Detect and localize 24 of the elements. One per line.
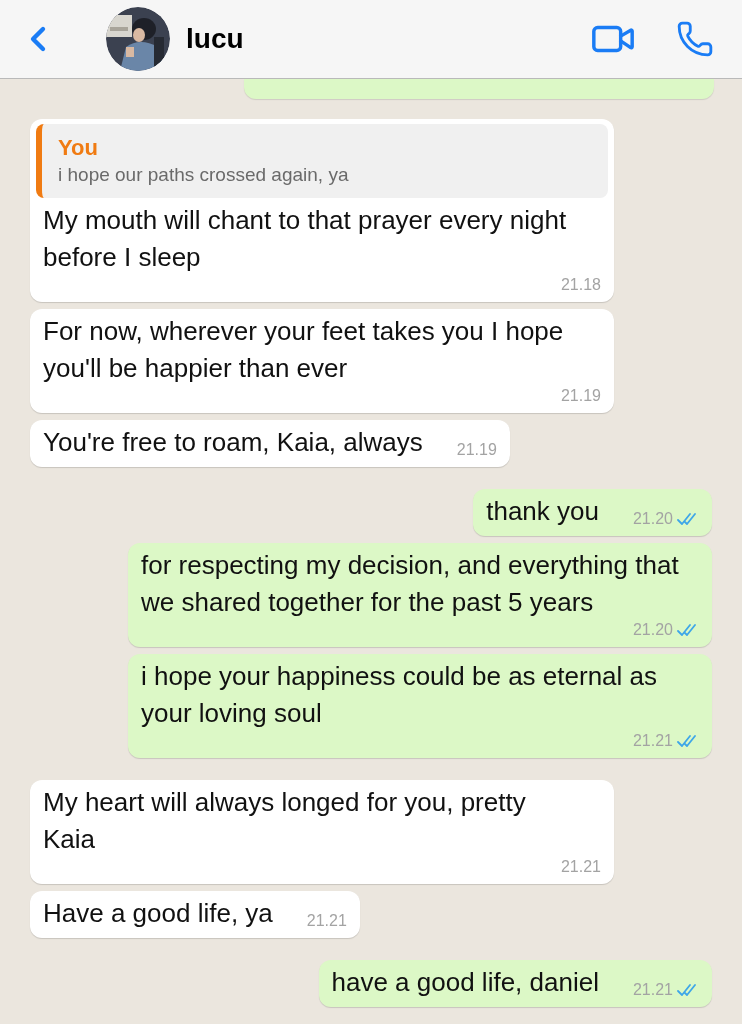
message-time: 21.20 xyxy=(632,621,673,639)
quoted-message[interactable]: You i hope our paths crossed again, ya xyxy=(36,124,608,198)
message-text: You're free to roam, Kaia, always xyxy=(43,426,423,459)
message-time: 21.19 xyxy=(560,387,601,405)
message-time: 21.21 xyxy=(306,912,347,930)
message-text: My heart will always longed for you, pretty Kaia xyxy=(43,786,527,856)
message-time: 21.18 xyxy=(560,276,601,294)
message-text: For now, wherever your feet takes you I hope you'll be happier than ever xyxy=(43,315,565,385)
message-text: i hope your happiness could be as eternal as your loving soul xyxy=(141,660,658,730)
call-button[interactable] xyxy=(676,20,714,58)
message-text: Have a good life, ya xyxy=(43,897,273,930)
message-text: have a good life, daniel xyxy=(331,966,599,999)
message-time: 21.21 xyxy=(632,981,673,999)
phone-icon xyxy=(676,20,714,58)
quote-text: i hope our paths crossed again, ya xyxy=(58,163,350,187)
contact-name[interactable]: lucu xyxy=(186,18,244,60)
message-time: 21.21 xyxy=(560,858,601,876)
message-time: 21.21 xyxy=(632,732,673,750)
message-text: My mouth will chant to that prayer every night before I sleep xyxy=(43,204,568,274)
message-time: 21.19 xyxy=(456,441,497,459)
quote-author: You xyxy=(58,134,99,162)
message-time: 21.20 xyxy=(632,510,673,528)
message-text: for respecting my decision, and everything that we shared together for the past 5 years xyxy=(141,549,680,619)
message-text: thank you xyxy=(486,495,599,528)
